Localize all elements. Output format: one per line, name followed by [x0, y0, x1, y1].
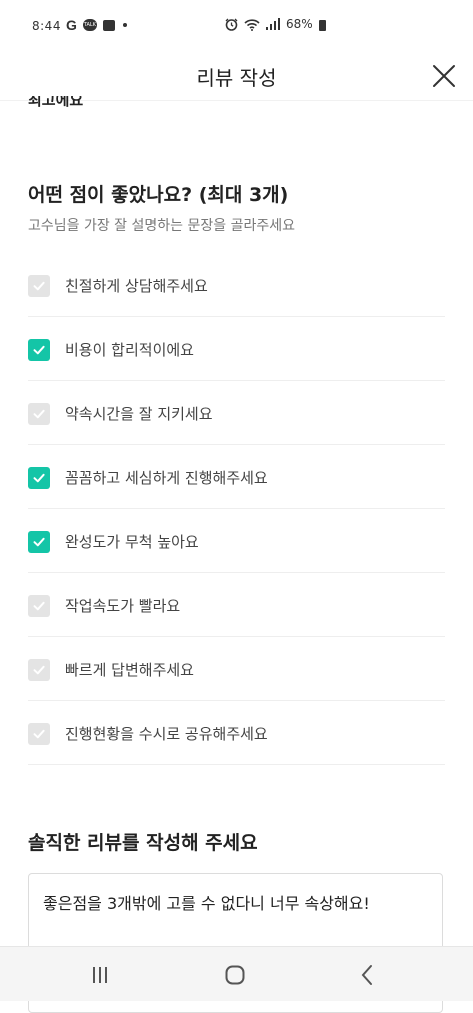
page-title: 리뷰 작성	[196, 66, 277, 90]
option-label: 약속시간을 잘 지키세요	[65, 405, 213, 423]
good-points-list: 친절하게 상담해주세요비용이 합리적이에요약속시간을 잘 지키세요꼼꼼하고 세심…	[28, 253, 445, 765]
system-nav-bar	[0, 946, 473, 1001]
check-icon	[33, 665, 45, 675]
checkbox[interactable]	[28, 467, 50, 489]
checkbox[interactable]	[28, 659, 50, 681]
option-label: 꼼꼼하고 세심하게 진행해주세요	[65, 469, 268, 487]
google-icon: G	[66, 17, 77, 33]
gallery-icon	[102, 19, 115, 31]
good-point-option[interactable]: 완성도가 무척 높아요	[28, 509, 445, 573]
battery-percent: 68%	[286, 17, 313, 31]
check-icon	[33, 729, 45, 739]
good-point-option[interactable]: 꼼꼼하고 세심하게 진행해주세요	[28, 445, 445, 509]
good-points-subtitle: 고수님을 가장 잘 설명하는 문장을 골라주세요	[28, 218, 295, 234]
app-header: 리뷰 작성	[0, 50, 473, 101]
home-button[interactable]	[221, 961, 249, 989]
review-title: 솔직한 리뷰를 작성해 주세요	[28, 832, 258, 854]
checkbox[interactable]	[28, 403, 50, 425]
close-button[interactable]	[430, 62, 458, 90]
option-label: 완성도가 무척 높아요	[65, 533, 199, 551]
home-icon	[225, 965, 245, 985]
status-bar: 8:44 G TALK 68%	[0, 0, 473, 50]
check-icon	[33, 601, 45, 611]
checkbox[interactable]	[28, 531, 50, 553]
good-point-option[interactable]: 친절하게 상담해주세요	[28, 253, 445, 317]
good-point-option[interactable]: 빠르게 답변해주세요	[28, 637, 445, 701]
back-icon	[361, 965, 372, 985]
review-text: 좋은점을 3개밖에 고를 수 없다니 너무 속상해요!	[43, 894, 370, 913]
option-label: 진행현황을 수시로 공유해주세요	[65, 725, 268, 743]
good-point-option[interactable]: 진행현황을 수시로 공유해주세요	[28, 701, 445, 765]
checkbox[interactable]	[28, 595, 50, 617]
option-label: 친절하게 상담해주세요	[65, 277, 208, 295]
alarm-icon	[225, 18, 238, 31]
back-button[interactable]	[354, 961, 382, 989]
checkbox[interactable]	[28, 339, 50, 361]
good-points-title: 어떤 점이 좋았나요? (최대 3개)	[28, 184, 289, 206]
close-icon	[433, 65, 455, 87]
good-point-option[interactable]: 약속시간을 잘 지키세요	[28, 381, 445, 445]
system-icons: 68%	[225, 17, 326, 31]
check-icon	[33, 281, 45, 291]
option-label: 빠르게 답변해주세요	[65, 661, 194, 679]
talk-icon: TALK	[82, 19, 97, 31]
notification-icons: G TALK	[66, 17, 127, 33]
option-label: 작업속도가 빨라요	[65, 597, 181, 615]
good-point-option[interactable]: 비용이 합리적이에요	[28, 317, 445, 381]
option-label: 비용이 합리적이에요	[65, 341, 194, 359]
status-time: 8:44	[32, 19, 61, 33]
good-point-option[interactable]: 작업속도가 빨라요	[28, 573, 445, 637]
checkbox[interactable]	[28, 275, 50, 297]
check-icon	[33, 473, 45, 483]
checkbox[interactable]	[28, 723, 50, 745]
wifi-icon	[244, 18, 260, 31]
rating-label-partial: 최고에요	[28, 96, 84, 109]
signal-icon	[266, 18, 280, 30]
check-icon	[33, 345, 45, 355]
recent-apps-button[interactable]	[86, 961, 114, 989]
check-icon	[33, 409, 45, 419]
battery-icon	[318, 19, 326, 31]
more-notifications-icon	[122, 23, 127, 27]
check-icon	[33, 537, 45, 547]
recent-apps-icon	[93, 967, 107, 983]
